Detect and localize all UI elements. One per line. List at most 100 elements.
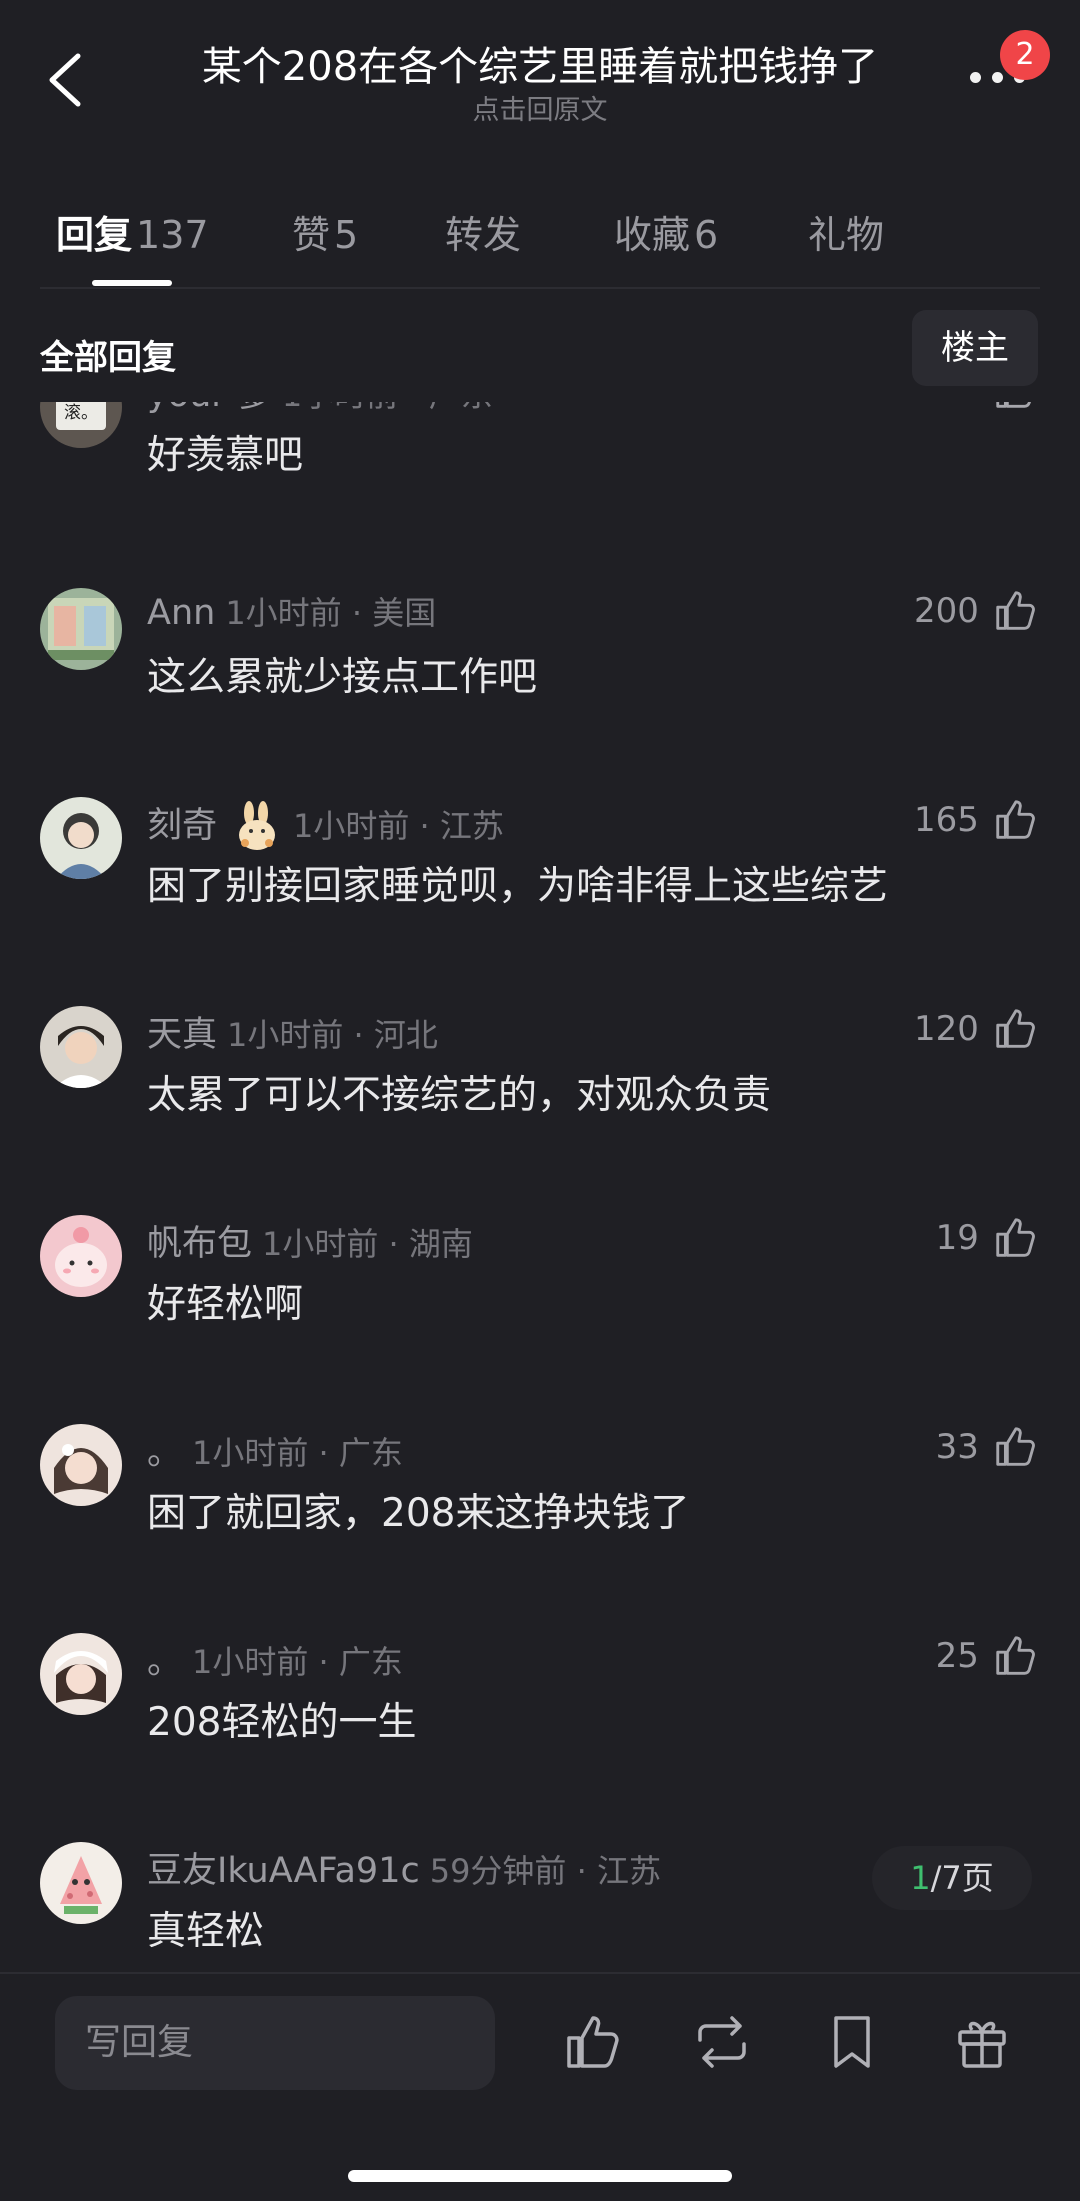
app-root: 某个208在各个综艺里睡着就把钱挣了 点击回原文 2 回复 137 赞5 转发 收… [0,0,1080,2201]
username[interactable]: 刻奇 [147,806,217,846]
timestamp-location: 1小时前 · 河北 [227,1016,438,1054]
tab-bar: 回复 137 赞5 转发 收藏 6 礼物 [0,190,1080,290]
avatar[interactable] [40,588,122,670]
back-to-original-link[interactable]: 点击回原文 [160,88,920,127]
comment-item[interactable]: 。 1小时前 · 广东 25 208轻松的一生 [0,1633,1080,1833]
tab-likes[interactable]: 赞5 [292,204,358,259]
comment-meta: 天真 1小时前 · 河北 [147,1006,438,1056]
username[interactable]: 。 [147,1433,182,1473]
like-count: 34 [936,402,979,409]
comment-item[interactable]: Ann 1小时前 · 美国 200 这么累就少接点工作吧 [0,588,1080,788]
like-button[interactable]: 33 [936,1424,1038,1474]
username[interactable]: your 爹 [147,402,272,415]
comment-text: 好轻松啊 [147,1282,304,1327]
bookmark-icon[interactable] [820,2010,884,2074]
avatar-image [40,1006,122,1088]
timestamp-location: 1小时前 · 广东 [192,1434,403,1472]
page-title[interactable]: 某个208在各个综艺里睡着就把钱挣了 [160,34,920,92]
username[interactable]: 豆友IkuAAFa91c [147,1851,420,1891]
tab-gifts[interactable]: 礼物 [808,204,884,259]
thumb-up-icon [996,1009,1035,1048]
comment-meta: 。 1小时前 · 广东 [147,1633,403,1683]
reply-input[interactable]: 写回复 [55,1996,495,2090]
username[interactable]: 天真 [147,1015,217,1055]
thumb-up-icon [996,800,1035,839]
username[interactable]: 。 [147,1642,182,1682]
comment-text: 真轻松 [147,1909,265,1954]
avatar[interactable] [40,1215,122,1297]
avatar[interactable] [40,1633,122,1715]
comment-meta: 。 1小时前 · 广东 [147,1424,403,1474]
username[interactable]: Ann [147,593,215,633]
avatar[interactable] [40,797,122,879]
total-pages: /7页 [930,1859,994,1897]
tab-label: 转发 [445,213,522,257]
tab-count: 5 [334,213,359,257]
avatar[interactable] [40,1006,122,1088]
avatar-image [40,588,122,670]
thumb-up-icon [996,1427,1035,1466]
notification-badge: 2 [1000,30,1050,80]
avatar-text: 滚。 [64,403,98,423]
like-button[interactable]: 120 [914,1006,1038,1056]
more-dots-icon [970,72,981,83]
avatar-image: 滚。 [40,402,122,448]
comment-item[interactable]: 滚。 your 爹 1小时前 · 广东 34 好羡慕吧 [0,402,1080,566]
pagination-indicator[interactable]: 1/7页 [872,1846,1032,1910]
tab-count: 137 [136,213,209,257]
repost-icon[interactable] [690,2010,754,2074]
header: 某个208在各个综艺里睡着就把钱挣了 点击回原文 2 [0,0,1080,170]
thumb-up-icon [996,1636,1035,1675]
timestamp-location: 1小时前 · 美国 [225,594,437,632]
home-indicator[interactable] [348,2170,732,2182]
comment-meta: Ann 1小时前 · 美国 [147,588,436,638]
username[interactable]: 帆布包 [147,1224,252,1264]
comment-item[interactable]: 刻奇 1小时前 · 江苏 165 困了别接回家睡觉呗，为啥非得上这些综艺 [0,797,1080,997]
timestamp-location: 59分钟前 · 江苏 [429,1852,661,1890]
like-count: 120 [914,1009,979,1049]
like-button[interactable]: 34 [936,402,1038,416]
avatar[interactable]: 滚。 [40,402,122,448]
avatar-image [40,1424,122,1506]
tab-label: 赞 [292,213,331,257]
avatar[interactable] [40,1842,122,1924]
comment-list[interactable]: 滚。 your 爹 1小时前 · 广东 34 好羡慕吧 [0,402,1080,1972]
like-button[interactable]: 19 [936,1215,1038,1265]
divider [40,287,1040,289]
like-count: 25 [935,1636,979,1676]
tab-replies[interactable]: 回复 137 [56,204,209,259]
like-button[interactable]: 25 [936,1633,1038,1683]
like-icon[interactable] [561,2010,625,2074]
all-replies-label[interactable]: 全部回复 [40,330,176,379]
like-count: 33 [935,1427,979,1467]
like-button[interactable]: 200 [914,588,1038,638]
avatar[interactable] [40,1424,122,1506]
timestamp-location: 1小时前 · 湖南 [262,1225,473,1263]
gift-icon[interactable] [950,2010,1014,2074]
comment-item[interactable]: 帆布包 1小时前 · 湖南 19 好轻松啊 [0,1215,1080,1415]
timestamp-location: 1小时前 · 江苏 [293,807,504,845]
tab-label: 收藏 [614,213,691,257]
tab-favorites[interactable]: 收藏 6 [614,204,718,259]
comment-meta: 刻奇 1小时前 · 江苏 [147,797,504,850]
comment-item[interactable]: 。 1小时前 · 广东 33 困了就回家，208来这挣块钱了 [0,1424,1080,1624]
comment-meta: 豆友IkuAAFa91c 59分钟前 · 江苏 [147,1842,661,1892]
timestamp-location: 1小时前 · 广东 [192,1643,403,1681]
comment-text: 困了别接回家睡觉呗，为啥非得上这些综艺 [147,864,889,909]
tab-reposts[interactable]: 转发 [445,204,521,259]
comment-item[interactable]: 天真 1小时前 · 河北 120 太累了可以不接综艺的，对观众负责 [0,1006,1080,1206]
current-page: 1 [910,1859,931,1897]
tab-count: 6 [694,213,719,257]
back-arrow-icon [49,53,81,107]
like-count: 19 [935,1218,979,1258]
comment-text: 这么累就少接点工作吧 [147,655,538,700]
avatar-image [40,1633,122,1715]
timestamp-location: 1小时前 · 广东 [282,402,493,414]
back-button[interactable] [40,50,96,110]
comment-meta: your 爹 1小时前 · 广东 [147,402,493,416]
bottom-action-bar: 写回复 [0,1972,1080,2201]
avatar-image [40,797,122,879]
op-only-button[interactable]: 楼主 [912,310,1038,386]
comment-meta: 帆布包 1小时前 · 湖南 [147,1215,473,1265]
like-button[interactable]: 165 [914,797,1038,847]
